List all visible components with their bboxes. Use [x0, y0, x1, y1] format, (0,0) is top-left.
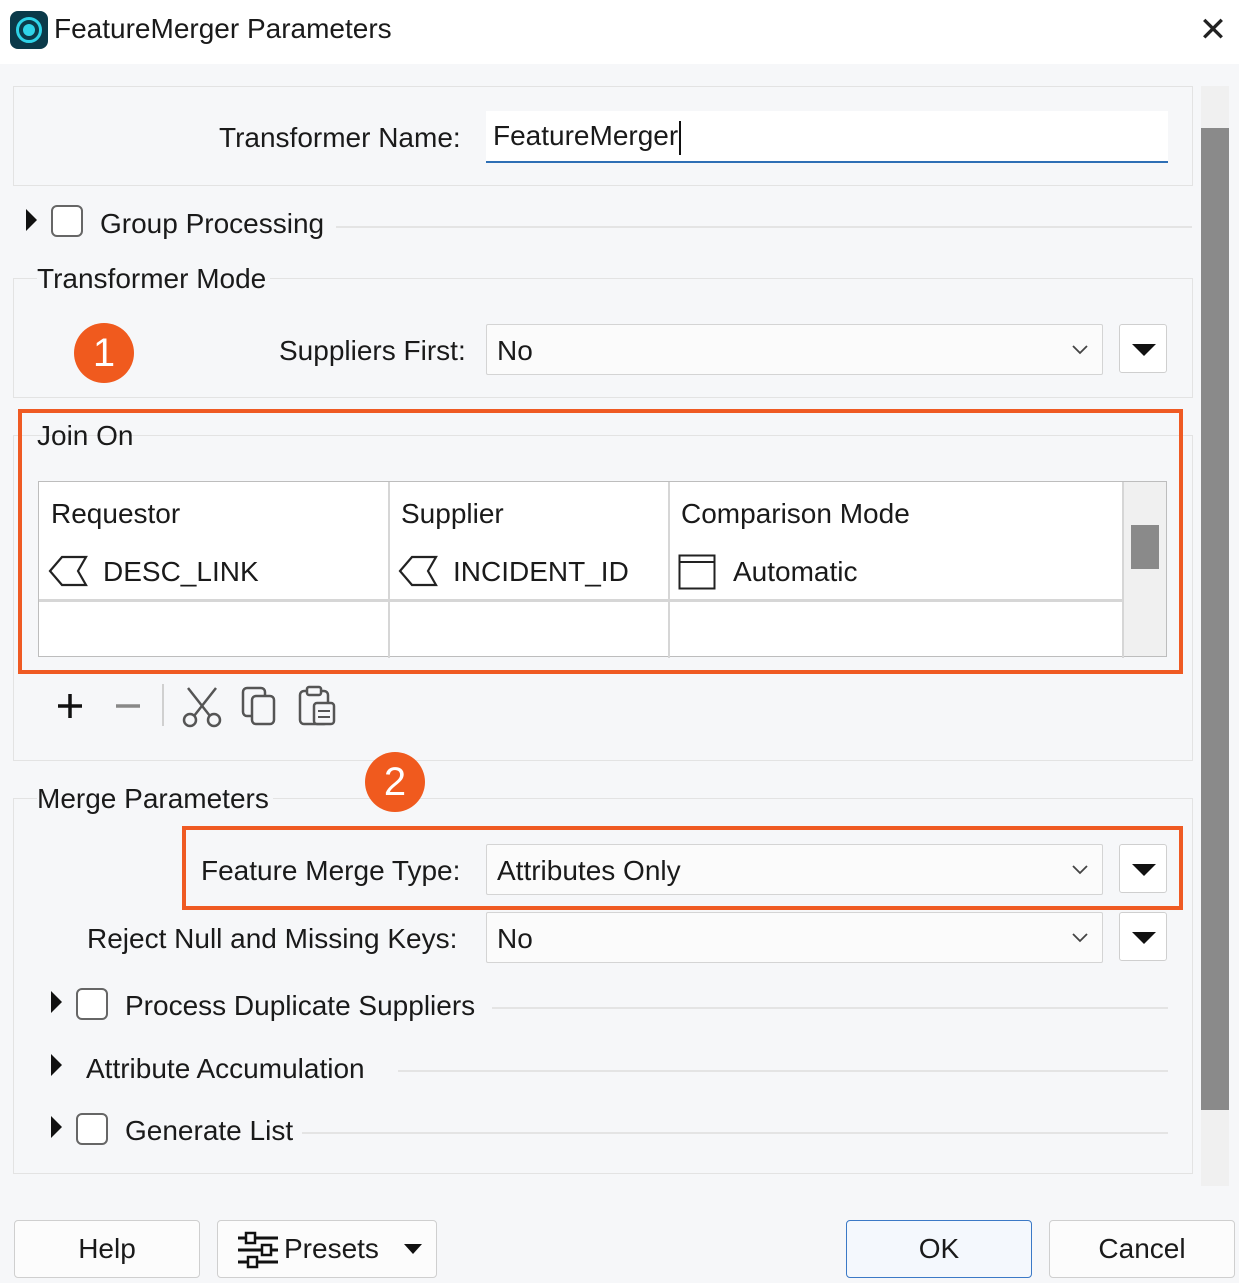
- attribute-icon: [48, 555, 88, 587]
- requestor-cell[interactable]: DESC_LINK: [103, 556, 259, 588]
- table-scrollbar-thumb[interactable]: [1131, 525, 1159, 569]
- close-icon[interactable]: ✕: [1196, 10, 1230, 50]
- process-duplicate-checkbox[interactable]: [76, 988, 108, 1020]
- toolbar-separator: [162, 684, 164, 726]
- table-scrollbar[interactable]: [1124, 482, 1166, 656]
- presets-label: Presets: [284, 1233, 379, 1264]
- suppliers-first-label: Suppliers First:: [279, 335, 466, 366]
- group-processing-label: Group Processing: [100, 208, 325, 239]
- fme-app-icon: [10, 11, 48, 49]
- chevron-down-icon: [1072, 345, 1088, 355]
- divider: [398, 1070, 1168, 1072]
- reject-null-keys-label: Reject Null and Missing Keys:: [87, 923, 458, 954]
- reject-null-keys-value: No: [497, 923, 533, 954]
- cut-icon[interactable]: [180, 684, 224, 728]
- dropdown-arrow-icon: [1132, 864, 1156, 876]
- divider: [492, 1007, 1168, 1009]
- join-on-table: Requestor Supplier Comparison Mode DESC_…: [38, 481, 1167, 658]
- sliders-icon: [238, 1231, 278, 1269]
- add-icon[interactable]: [48, 684, 92, 728]
- column-header-requestor[interactable]: Requestor: [51, 498, 180, 530]
- scrollbar-thumb[interactable]: [1201, 128, 1229, 1110]
- column-header-comparison-mode[interactable]: Comparison Mode: [681, 498, 910, 530]
- feature-merge-type-value: Attributes Only: [497, 855, 681, 886]
- expand-group-processing-icon[interactable]: [26, 209, 37, 231]
- merge-parameters-title: Merge Parameters: [37, 783, 273, 815]
- transformer-name-input[interactable]: FeatureMerger: [486, 111, 1168, 163]
- cancel-button[interactable]: Cancel: [1049, 1220, 1235, 1278]
- copy-icon[interactable]: [238, 684, 282, 728]
- process-duplicate-label: Process Duplicate Suppliers: [125, 990, 476, 1021]
- feature-merge-type-label: Feature Merge Type:: [201, 855, 461, 886]
- generate-list-label: Generate List: [125, 1115, 294, 1146]
- presets-dropdown-icon[interactable]: [404, 1244, 422, 1254]
- chevron-down-icon: [1072, 865, 1088, 875]
- suppliers-first-select[interactable]: No: [486, 324, 1103, 375]
- title-bar: FeatureMerger Parameters ✕: [0, 0, 1239, 64]
- feature-merge-type-select[interactable]: Attributes Only: [486, 844, 1103, 895]
- attribute-icon: [398, 555, 438, 587]
- transformer-name-label: Transformer Name:: [219, 122, 461, 153]
- expand-process-duplicate-icon[interactable]: [51, 991, 62, 1013]
- value-icon: [678, 554, 716, 590]
- dropdown-arrow-icon: [1132, 344, 1156, 356]
- ok-button[interactable]: OK: [846, 1220, 1032, 1278]
- help-button[interactable]: Help: [14, 1220, 200, 1278]
- chevron-down-icon: [1072, 933, 1088, 943]
- transformer-name-value: FeatureMerger: [493, 120, 679, 151]
- supplier-cell[interactable]: INCIDENT_ID: [453, 556, 629, 588]
- expand-attribute-accumulation-icon[interactable]: [51, 1054, 62, 1076]
- reject-null-keys-menu-button[interactable]: [1119, 912, 1167, 961]
- column-header-supplier[interactable]: Supplier: [401, 498, 504, 530]
- generate-list-checkbox[interactable]: [76, 1113, 108, 1145]
- attribute-accumulation-label: Attribute Accumulation: [86, 1053, 365, 1084]
- table-row-empty[interactable]: [39, 602, 1122, 658]
- reject-null-keys-select[interactable]: No: [486, 912, 1103, 963]
- presets-button[interactable]: Presets: [217, 1220, 437, 1278]
- remove-icon[interactable]: [106, 684, 150, 728]
- comparison-mode-cell[interactable]: Automatic: [733, 556, 858, 588]
- text-caret: [679, 120, 682, 155]
- suppliers-first-value: No: [497, 335, 533, 366]
- annotation-badge-2: 2: [365, 752, 425, 812]
- feature-merge-type-menu-button[interactable]: [1119, 844, 1167, 893]
- group-processing-checkbox[interactable]: [51, 205, 83, 237]
- transformer-mode-title: Transformer Mode: [37, 263, 271, 295]
- divider: [336, 226, 1192, 228]
- paste-icon[interactable]: [296, 684, 340, 728]
- table-row[interactable]: DESC_LINK INCIDENT_ID Automatic: [39, 544, 1122, 602]
- annotation-badge-1: 1: [74, 323, 134, 383]
- dropdown-arrow-icon: [1132, 932, 1156, 944]
- expand-generate-list-icon[interactable]: [51, 1116, 62, 1138]
- join-on-title: Join On: [37, 420, 134, 451]
- suppliers-first-menu-button[interactable]: [1119, 324, 1167, 373]
- divider: [302, 1132, 1168, 1134]
- window-title: FeatureMerger Parameters: [54, 13, 392, 44]
